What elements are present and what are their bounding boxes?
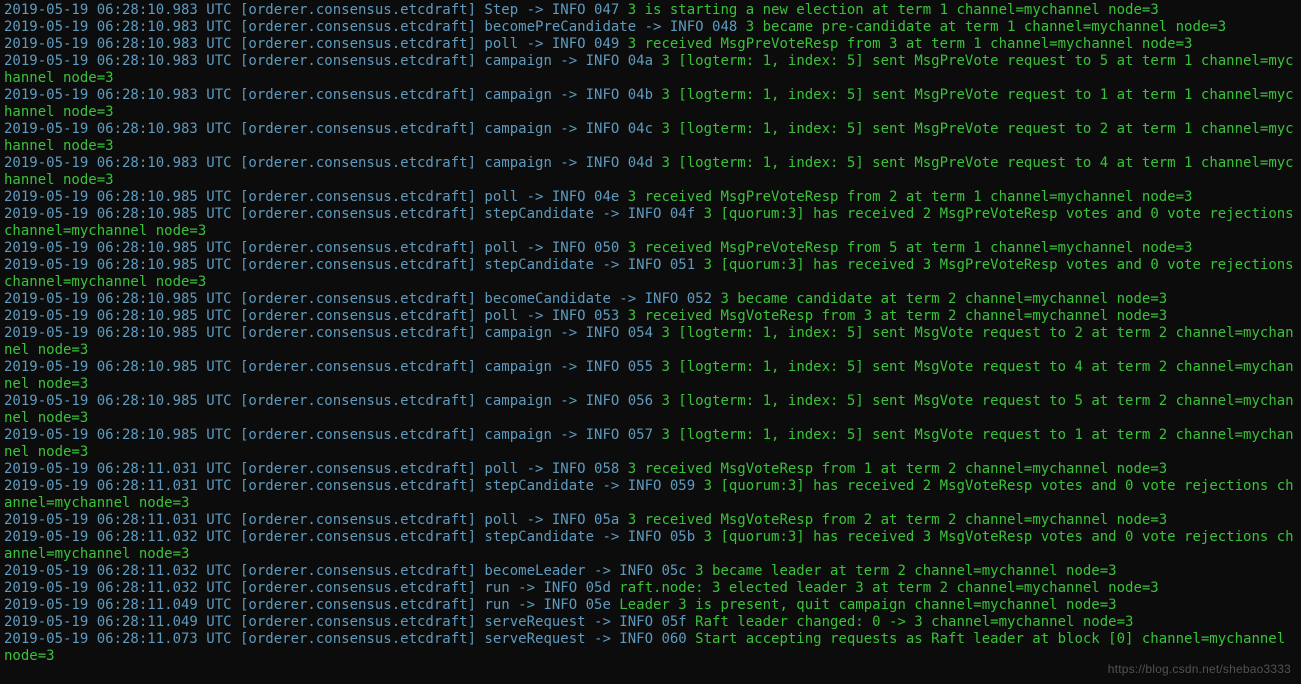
log-message: 3 received MsgPreVoteResp from 5 at term… (628, 240, 1193, 256)
log-line: 2019-05-19 06:28:11.031 UTC [orderer.con… (4, 461, 1297, 478)
log-message: 3 received MsgVoteResp from 1 at term 2 … (628, 461, 1167, 477)
log-prefix: 2019-05-19 06:28:10.985 UTC [orderer.con… (4, 189, 628, 205)
log-line: 2019-05-19 06:28:10.985 UTC [orderer.con… (4, 291, 1297, 308)
log-prefix: 2019-05-19 06:28:10.985 UTC [orderer.con… (4, 308, 628, 324)
log-prefix: 2019-05-19 06:28:10.985 UTC [orderer.con… (4, 427, 661, 443)
log-line: 2019-05-19 06:28:10.985 UTC [orderer.con… (4, 393, 1297, 427)
log-line: 2019-05-19 06:28:11.032 UTC [orderer.con… (4, 580, 1297, 597)
log-line: 2019-05-19 06:28:10.983 UTC [orderer.con… (4, 121, 1297, 155)
log-prefix: 2019-05-19 06:28:10.983 UTC [orderer.con… (4, 36, 628, 52)
log-message: raft.node: 3 elected leader 3 at term 2 … (619, 580, 1158, 596)
log-line: 2019-05-19 06:28:10.985 UTC [orderer.con… (4, 427, 1297, 461)
log-message: 3 became pre-candidate at term 1 channel… (746, 19, 1226, 35)
log-line: 2019-05-19 06:28:10.985 UTC [orderer.con… (4, 325, 1297, 359)
log-prefix: 2019-05-19 06:28:11.049 UTC [orderer.con… (4, 597, 619, 613)
log-line: 2019-05-19 06:28:10.985 UTC [orderer.con… (4, 359, 1297, 393)
log-line: 2019-05-19 06:28:10.983 UTC [orderer.con… (4, 19, 1297, 36)
log-prefix: 2019-05-19 06:28:10.985 UTC [orderer.con… (4, 291, 720, 307)
log-prefix: 2019-05-19 06:28:11.032 UTC [orderer.con… (4, 580, 619, 596)
log-line: 2019-05-19 06:28:10.983 UTC [orderer.con… (4, 2, 1297, 19)
log-prefix: 2019-05-19 06:28:11.031 UTC [orderer.con… (4, 478, 704, 494)
log-prefix: 2019-05-19 06:28:10.985 UTC [orderer.con… (4, 393, 661, 409)
log-line: 2019-05-19 06:28:11.032 UTC [orderer.con… (4, 529, 1297, 563)
log-prefix: 2019-05-19 06:28:10.985 UTC [orderer.con… (4, 325, 661, 341)
log-prefix: 2019-05-19 06:28:10.985 UTC [orderer.con… (4, 359, 661, 375)
log-line: 2019-05-19 06:28:11.032 UTC [orderer.con… (4, 563, 1297, 580)
log-message: 3 received MsgPreVoteResp from 3 at term… (628, 36, 1193, 52)
log-prefix: 2019-05-19 06:28:10.985 UTC [orderer.con… (4, 240, 628, 256)
log-prefix: 2019-05-19 06:28:10.983 UTC [orderer.con… (4, 87, 661, 103)
log-prefix: 2019-05-19 06:28:11.032 UTC [orderer.con… (4, 529, 704, 545)
log-prefix: 2019-05-19 06:28:10.983 UTC [orderer.con… (4, 155, 661, 171)
log-message: 3 received MsgVoteResp from 3 at term 2 … (628, 308, 1167, 324)
log-prefix: 2019-05-19 06:28:11.032 UTC [orderer.con… (4, 563, 695, 579)
log-line: 2019-05-19 06:28:11.073 UTC [orderer.con… (4, 631, 1297, 665)
log-prefix: 2019-05-19 06:28:10.983 UTC [orderer.con… (4, 2, 628, 18)
log-prefix: 2019-05-19 06:28:11.031 UTC [orderer.con… (4, 512, 628, 528)
log-line: 2019-05-19 06:28:11.031 UTC [orderer.con… (4, 512, 1297, 529)
log-prefix: 2019-05-19 06:28:11.031 UTC [orderer.con… (4, 461, 628, 477)
log-line: 2019-05-19 06:28:10.983 UTC [orderer.con… (4, 53, 1297, 87)
log-prefix: 2019-05-19 06:28:11.049 UTC [orderer.con… (4, 614, 695, 630)
log-message: 3 received MsgPreVoteResp from 2 at term… (628, 189, 1193, 205)
log-message: Leader 3 is present, quit campaign chann… (619, 597, 1116, 613)
log-line: 2019-05-19 06:28:10.983 UTC [orderer.con… (4, 87, 1297, 121)
log-line: 2019-05-19 06:28:11.049 UTC [orderer.con… (4, 597, 1297, 614)
log-line: 2019-05-19 06:28:10.985 UTC [orderer.con… (4, 308, 1297, 325)
log-prefix: 2019-05-19 06:28:10.983 UTC [orderer.con… (4, 121, 661, 137)
log-line: 2019-05-19 06:28:10.985 UTC [orderer.con… (4, 206, 1297, 240)
log-prefix: 2019-05-19 06:28:11.073 UTC [orderer.con… (4, 631, 695, 647)
log-line: 2019-05-19 06:28:10.985 UTC [orderer.con… (4, 257, 1297, 291)
log-prefix: 2019-05-19 06:28:10.983 UTC [orderer.con… (4, 19, 746, 35)
log-message: 3 became candidate at term 2 channel=myc… (720, 291, 1167, 307)
log-line: 2019-05-19 06:28:10.983 UTC [orderer.con… (4, 36, 1297, 53)
terminal-output[interactable]: 2019-05-19 06:28:10.983 UTC [orderer.con… (0, 0, 1301, 667)
log-message: 3 became leader at term 2 channel=mychan… (695, 563, 1116, 579)
log-message: Raft leader changed: 0 -> 3 channel=mych… (695, 614, 1133, 630)
log-line: 2019-05-19 06:28:11.049 UTC [orderer.con… (4, 614, 1297, 631)
log-line: 2019-05-19 06:28:10.983 UTC [orderer.con… (4, 155, 1297, 189)
log-message: 3 received MsgVoteResp from 2 at term 2 … (628, 512, 1167, 528)
log-line: 2019-05-19 06:28:11.031 UTC [orderer.con… (4, 478, 1297, 512)
log-prefix: 2019-05-19 06:28:10.983 UTC [orderer.con… (4, 53, 661, 69)
log-prefix: 2019-05-19 06:28:10.985 UTC [orderer.con… (4, 257, 704, 273)
log-prefix: 2019-05-19 06:28:10.985 UTC [orderer.con… (4, 206, 704, 222)
log-message: 3 is starting a new election at term 1 c… (628, 2, 1159, 18)
log-line: 2019-05-19 06:28:10.985 UTC [orderer.con… (4, 189, 1297, 206)
log-line: 2019-05-19 06:28:10.985 UTC [orderer.con… (4, 240, 1297, 257)
